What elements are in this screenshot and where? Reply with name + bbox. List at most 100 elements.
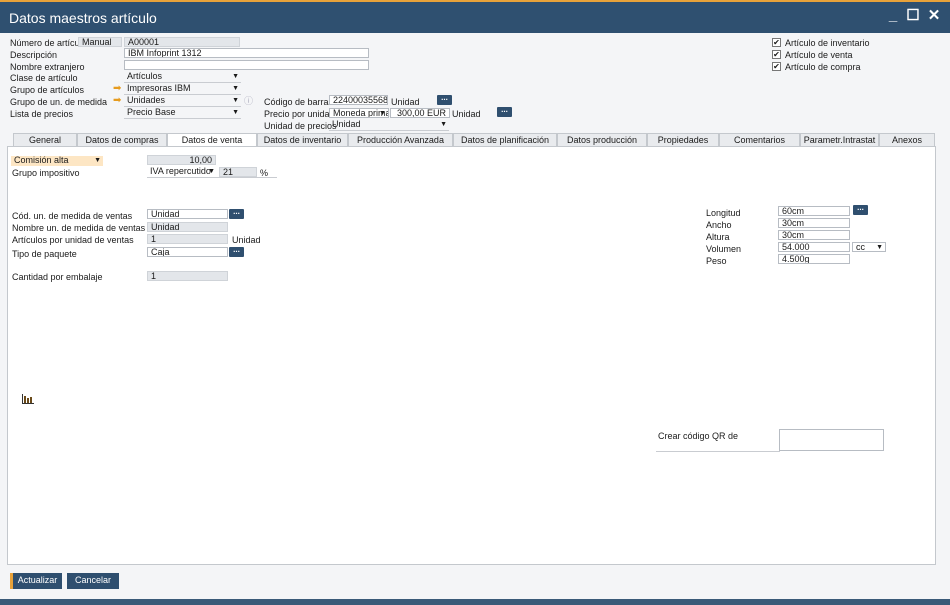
unit-price-more-button[interactable]: ... <box>497 106 512 117</box>
bottom-strip <box>0 599 950 605</box>
item-master-window: Datos maestros artículo _ ☐ ✕ Número de … <box>0 0 950 605</box>
length-field[interactable]: 60cm <box>778 206 850 216</box>
link-arrow-icon[interactable]: ➡ <box>113 96 121 106</box>
chevron-down-icon: ▼ <box>876 244 883 251</box>
tab-planning-data[interactable]: Datos de planificación <box>453 133 557 146</box>
item-type-select[interactable]: Artículos ▼ <box>124 72 241 82</box>
price-list-underline <box>124 118 241 119</box>
uom-group-label: Grupo de un. de medida <box>10 97 108 107</box>
chevron-down-icon: ▼ <box>232 85 239 92</box>
uom-code-field[interactable]: Unidad <box>147 209 228 219</box>
item-group-underline <box>124 94 241 95</box>
item-group-label: Grupo de artículos <box>10 85 85 95</box>
tab-advanced-production[interactable]: Producción Avanzada <box>348 133 453 146</box>
tax-rate-field[interactable]: 21 <box>219 167 257 177</box>
pricing-unit-select[interactable]: Unidad ▼ <box>329 120 449 130</box>
description-field[interactable]: IBM Infoprint 1312 <box>124 48 369 58</box>
currency-select[interactable]: Moneda prima ▼ <box>329 108 389 118</box>
chevron-down-icon: ▼ <box>208 168 215 175</box>
chevron-down-icon: ▼ <box>232 73 239 80</box>
qr-underline <box>656 451 780 452</box>
tax-group-label: Grupo impositivo <box>12 168 80 178</box>
link-arrow-icon[interactable]: ➡ <box>113 84 121 94</box>
tab-general[interactable]: General <box>13 133 77 146</box>
chevron-down-icon: ▼ <box>232 97 239 104</box>
inventory-item-checkbox[interactable]: ✔ <box>772 38 781 47</box>
width-field[interactable]: 30cm <box>778 218 850 228</box>
tab-production-data[interactable]: Datos producción <box>557 133 647 146</box>
item-type-label: Clase de artículo <box>10 73 78 83</box>
chevron-down-icon: ▼ <box>94 157 101 164</box>
maximize-icon[interactable]: ☐ <box>904 7 922 25</box>
tab-attachments[interactable]: Anexos <box>879 133 935 146</box>
tab-intrastat[interactable]: Parametr.Intrastat <box>800 133 879 146</box>
barcode-unit: Unidad <box>391 97 420 107</box>
info-icon[interactable]: ⓘ <box>244 96 253 106</box>
items-per-unit-field[interactable]: 1 <box>147 234 228 244</box>
purchase-item-label: Artículo de compra <box>785 62 861 72</box>
update-button[interactable]: Actualizar <box>10 573 62 589</box>
qr-code-label: Crear código QR de <box>658 431 739 441</box>
tab-bar: General Datos de compras Datos de venta … <box>13 133 935 147</box>
chevron-down-icon: ▼ <box>440 121 447 128</box>
qr-code-field[interactable] <box>779 429 884 451</box>
barcode-more-button[interactable]: ... <box>437 94 452 105</box>
items-per-unit-label: Artículos por unidad de ventas <box>12 235 134 245</box>
commission-value-field[interactable]: 10,00 <box>147 155 216 165</box>
foreign-name-field[interactable] <box>124 60 369 70</box>
package-type-field[interactable]: Caja <box>147 247 228 257</box>
weight-field[interactable]: 4.500g <box>778 254 850 264</box>
barcode-field[interactable]: 224000355688 <box>329 95 388 105</box>
uom-code-label: Cód. un. de medida de ventas <box>12 211 133 221</box>
unit-price-unit: Unidad <box>452 109 481 119</box>
numbering-series-field[interactable]: Manual <box>78 37 122 47</box>
uom-name-field[interactable]: Unidad <box>147 222 228 232</box>
item-group-select[interactable]: Impresoras IBM ▼ <box>124 84 241 94</box>
length-label: Longitud <box>706 208 741 218</box>
uom-group-select[interactable]: Unidades ▼ <box>124 96 241 106</box>
uom-code-more-button[interactable]: ... <box>229 208 244 219</box>
inventory-item-label: Artículo de inventario <box>785 38 870 48</box>
window-title: Datos maestros artículo <box>9 10 157 26</box>
tab-sales-data[interactable]: Datos de venta <box>167 133 257 147</box>
height-field[interactable]: 30cm <box>778 230 850 240</box>
price-list-select[interactable]: Precio Base ▼ <box>124 108 241 118</box>
volume-label: Volumen <box>706 244 742 254</box>
commission-select[interactable]: Comisión alta ▼ <box>11 156 103 166</box>
volume-field[interactable]: 54.000 <box>778 242 850 252</box>
item-number-label: Número de artículo <box>10 38 87 48</box>
item-number-field[interactable]: A00001 <box>124 37 240 47</box>
price-list-label: Lista de precios <box>10 109 74 119</box>
width-label: Ancho <box>706 220 732 230</box>
tax-group-select[interactable]: IVA repercutido ▼ <box>147 167 217 177</box>
tab-inventory-data[interactable]: Datos de inventario <box>257 133 348 146</box>
qty-per-package-field[interactable]: 1 <box>147 271 228 281</box>
cancel-button[interactable]: Cancelar <box>67 573 119 589</box>
barcode-label: Código de barras <box>264 97 334 107</box>
dimensions-more-button[interactable]: ... <box>853 204 868 215</box>
uom-name-label: Nombre un. de medida de ventas <box>12 223 146 233</box>
minimize-icon[interactable]: _ <box>884 7 902 25</box>
foreign-name-label: Nombre extranjero <box>10 62 85 72</box>
unit-price-field[interactable]: 300,00 EUR <box>390 108 450 118</box>
tab-properties[interactable]: Propiedades <box>647 133 719 146</box>
package-type-more-button[interactable]: ... <box>229 246 244 257</box>
close-icon[interactable]: ✕ <box>925 7 943 25</box>
tab-purchasing-data[interactable]: Datos de compras <box>77 133 167 146</box>
sales-item-checkbox[interactable]: ✔ <box>772 50 781 59</box>
chart-icon[interactable] <box>22 394 34 404</box>
pricing-unit-underline <box>329 130 449 131</box>
package-type-label: Tipo de paquete <box>12 249 77 259</box>
height-label: Altura <box>706 232 730 242</box>
unit-price-label: Precio por unidad <box>264 109 335 119</box>
pricing-unit-label: Unidad de precios <box>264 121 337 131</box>
purchase-item-checkbox[interactable]: ✔ <box>772 62 781 71</box>
weight-label: Peso <box>706 256 727 266</box>
volume-unit-select[interactable]: cc ▼ <box>852 242 886 252</box>
tax-underline <box>147 177 277 178</box>
tab-remarks[interactable]: Comentarios <box>719 133 800 146</box>
sales-item-label: Artículo de venta <box>785 50 853 60</box>
uom-group-underline <box>124 106 241 107</box>
title-bar: Datos maestros artículo _ ☐ ✕ <box>0 0 950 33</box>
description-label: Descripción <box>10 50 58 60</box>
